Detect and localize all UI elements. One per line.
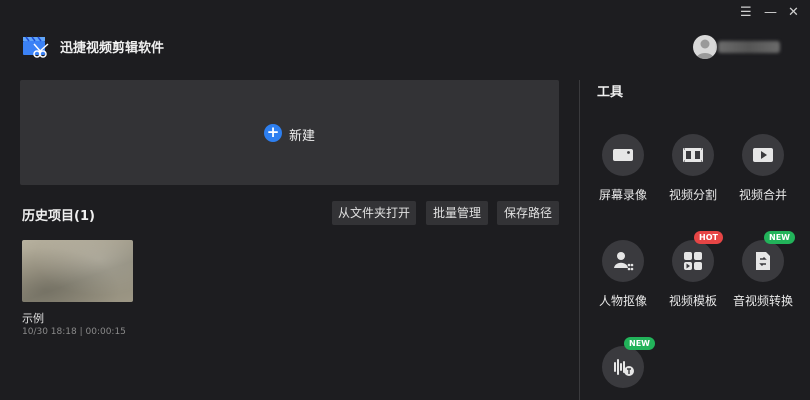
panel-divider <box>579 80 580 400</box>
tool-label: 视频分割 <box>668 188 717 202</box>
close-icon[interactable]: ✕ <box>788 6 799 20</box>
tools-title: 工具 <box>597 85 624 100</box>
audio-text-icon: NEW <box>602 337 655 388</box>
username-blurred[interactable] <box>718 41 780 53</box>
tool-audio-text[interactable]: NEW <box>588 337 658 398</box>
convert-icon: NEW <box>742 231 795 282</box>
tool-label: 视频合并 <box>738 188 787 202</box>
project-meta: 10/30 18:18 | 00:00:15 <box>22 327 126 337</box>
clapperboard-scissors-icon <box>22 36 50 58</box>
user-avatar-icon[interactable] <box>693 35 717 59</box>
project-thumbnail[interactable] <box>22 240 133 302</box>
new-project-button[interactable]: + 新建 <box>20 80 559 185</box>
open-folder-button[interactable]: 从文件夹打开 <box>332 201 416 225</box>
app-title: 迅捷视频剪辑软件 <box>60 41 165 56</box>
new-project-label: 新建 <box>289 129 316 144</box>
tool-label: 人物抠像 <box>598 294 647 308</box>
tool-label: 音视频转换 <box>732 294 793 308</box>
template-icon: HOT <box>672 231 723 282</box>
tool-video-split[interactable]: 视频分割 <box>658 134 728 203</box>
history-title: 历史项目(1) <box>22 209 95 224</box>
tool-person-cutout[interactable]: 人物抠像 <box>588 240 658 309</box>
tool-video-template[interactable]: HOT 视频模板 <box>658 231 728 309</box>
person-cutout-icon <box>602 240 644 282</box>
tool-label: 屏幕录像 <box>598 188 647 202</box>
film-split-icon <box>672 134 714 176</box>
minimize-icon[interactable]: — <box>764 6 777 20</box>
save-path-button[interactable]: 保存路径 <box>497 201 559 225</box>
tool-video-merge[interactable]: 视频合并 <box>728 134 798 203</box>
tool-av-convert[interactable]: NEW 音视频转换 <box>728 231 798 309</box>
camera-icon <box>602 134 644 176</box>
play-merge-icon <box>742 134 784 176</box>
plus-icon: + <box>264 124 282 142</box>
tool-screen-record[interactable]: 屏幕录像 <box>588 134 658 203</box>
new-badge: NEW <box>764 231 795 244</box>
hot-badge: HOT <box>694 231 723 244</box>
batch-manage-button[interactable]: 批量管理 <box>426 201 488 225</box>
project-name: 示例 <box>22 312 44 325</box>
tool-label: 视频模板 <box>668 294 717 308</box>
menu-icon[interactable]: ☰ <box>740 6 752 20</box>
new-badge: NEW <box>624 337 655 350</box>
